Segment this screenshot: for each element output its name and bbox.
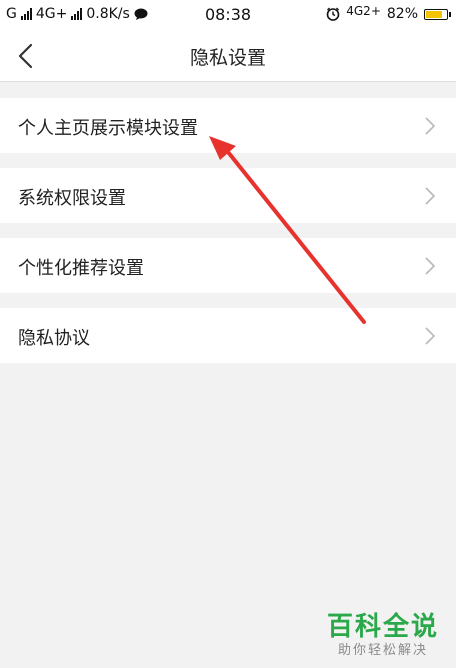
chevron-right-icon — [425, 117, 436, 135]
chevron-right-icon — [425, 257, 436, 275]
watermark-subtitle: 助你轻松解决 — [337, 643, 428, 658]
settings-list: 个人主页展示模块设置 系统权限设置 个性化推荐设置 隐私协议 — [0, 98, 456, 378]
menu-item-label: 个人主页展示模块设置 — [18, 118, 198, 139]
alarm-icon — [326, 7, 340, 21]
menu-item-profile-modules[interactable]: 个人主页展示模块设置 — [0, 98, 456, 153]
chevron-right-icon — [425, 187, 436, 205]
menu-item-label: 隐私协议 — [18, 328, 90, 349]
status-right: 4G2+ 82% — [326, 4, 451, 22]
battery-fill — [426, 10, 442, 18]
page-title: 隐私设置 — [189, 47, 266, 69]
menu-item-system-permissions[interactable]: 系统权限设置 — [0, 168, 456, 223]
menu-item-label: 系统权限设置 — [18, 188, 126, 209]
battery-icon — [424, 8, 451, 20]
watermark-title: 百科全说 — [326, 612, 439, 642]
watermark-logo: 百科全说 助你轻松解决 — [324, 612, 442, 660]
menu-item-privacy-agreement[interactable]: 隐私协议 — [0, 308, 456, 363]
navigation-bar: 隐私设置 — [0, 30, 456, 82]
network2-label: 4G2+ — [346, 4, 381, 18]
chevron-right-icon — [425, 327, 436, 345]
menu-item-label: 个性化推荐设置 — [18, 258, 144, 279]
menu-item-personalized-recommendations[interactable]: 个性化推荐设置 — [0, 238, 456, 293]
battery-percent: 82% — [386, 6, 418, 22]
status-bar: G 4G+ 0.8K/s 08:38 4G2+ 82% — [0, 0, 456, 30]
